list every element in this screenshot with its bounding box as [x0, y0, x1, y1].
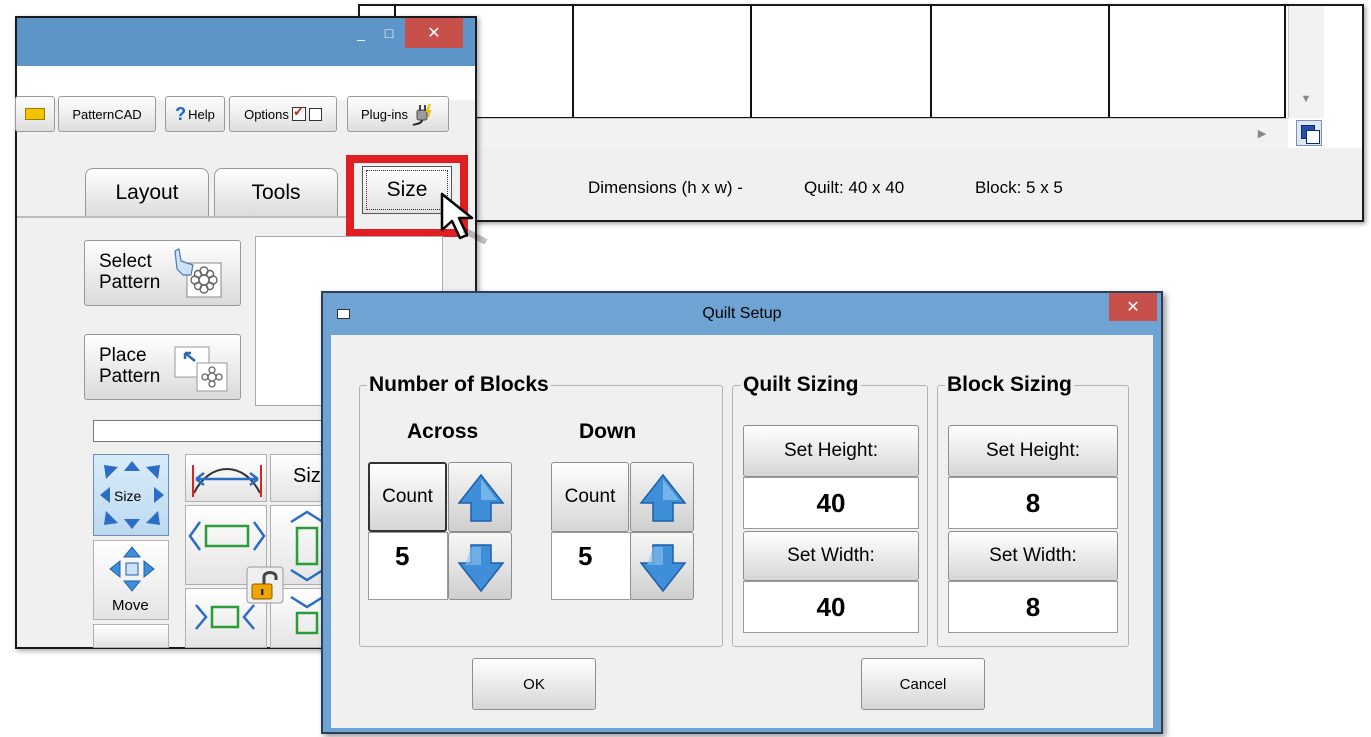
- grid-line: [1284, 6, 1286, 118]
- tab-tools[interactable]: Tools: [214, 168, 338, 216]
- move-tool-button[interactable]: Move: [93, 540, 169, 620]
- menu-bar: [17, 66, 475, 100]
- ruler-button[interactable]: [15, 96, 55, 132]
- quilt-set-width-button[interactable]: Set Width:: [743, 531, 919, 581]
- curve-width-tool-button[interactable]: [185, 454, 267, 502]
- block-dimensions: Block: 5 x 5: [975, 178, 1063, 197]
- select-pattern-button[interactable]: Select Pattern: [84, 240, 241, 306]
- horizontal-scrollbar[interactable]: [360, 118, 1288, 148]
- up-arrow-icon: [457, 473, 505, 522]
- ok-button[interactable]: OK: [472, 658, 596, 710]
- grid-line: [572, 6, 574, 118]
- plug-icon: [412, 103, 432, 126]
- cancel-button[interactable]: Cancel: [861, 658, 985, 710]
- focus-rectangle: [366, 170, 448, 210]
- up-arrow-icon: [639, 473, 687, 522]
- dimensions-label: Dimensions (h x w) -: [588, 178, 743, 197]
- dialog-close-button[interactable]: ✕: [1109, 293, 1157, 321]
- down-up-button[interactable]: [630, 462, 694, 532]
- help-button[interactable]: ? Help: [165, 96, 225, 132]
- move-tool-label: Move: [112, 597, 149, 614]
- maximize-button[interactable]: □: [375, 18, 403, 48]
- down-down-button[interactable]: [630, 532, 694, 600]
- block-sizing-title: Block Sizing: [945, 373, 1074, 397]
- help-label: Help: [188, 106, 215, 122]
- checkbox-checked-icon: [291, 103, 306, 121]
- place-pattern-icon: [174, 346, 228, 392]
- scroll-down-arrow-icon[interactable]: ▼: [1288, 84, 1324, 114]
- tab-layout[interactable]: Layout: [85, 168, 209, 216]
- curve-width-icon: [192, 465, 262, 497]
- plugins-button[interactable]: Plug-ins: [347, 96, 449, 132]
- down-label: Down: [579, 420, 637, 443]
- move-arrows-icon: [109, 546, 155, 592]
- grid-line: [750, 6, 752, 118]
- block-set-height-button[interactable]: Set Height:: [948, 425, 1118, 477]
- down-arrow-icon: [457, 544, 505, 593]
- tool-button[interactable]: [93, 624, 169, 648]
- scroll-right-arrow-icon[interactable]: ▶: [1252, 120, 1272, 146]
- quilt-set-height-button[interactable]: Set Height:: [743, 425, 919, 477]
- options-button[interactable]: Options: [229, 96, 337, 132]
- tab-divider: [17, 216, 347, 218]
- down-count-button[interactable]: Count: [551, 462, 629, 532]
- size-tool-label: Size: [114, 488, 142, 504]
- place-pattern-label-line2: Pattern: [99, 366, 161, 387]
- place-pattern-label-line1: Place: [99, 345, 147, 366]
- block-width-value[interactable]: 8: [948, 581, 1118, 633]
- patterncad-button[interactable]: PatternCAD: [58, 96, 156, 132]
- dialog-title: Quilt Setup: [702, 305, 782, 322]
- window-cascade-icon[interactable]: [1296, 120, 1322, 146]
- minimize-button[interactable]: _: [347, 18, 375, 48]
- quilt-sizing-title: Quilt Sizing: [741, 373, 861, 397]
- app-title-bar: _ □ ✕: [17, 18, 475, 66]
- down-value[interactable]: 5: [551, 532, 631, 600]
- quilt-width-value[interactable]: 40: [743, 581, 919, 633]
- across-label: Across: [407, 420, 479, 443]
- lock-open-icon[interactable]: [246, 566, 284, 604]
- across-up-button[interactable]: [448, 462, 512, 532]
- block-set-width-button[interactable]: Set Width:: [948, 531, 1118, 581]
- across-value[interactable]: 5: [368, 532, 448, 600]
- grid-line: [1108, 6, 1110, 118]
- quilt-height-value[interactable]: 40: [743, 477, 919, 529]
- select-pattern-label-line2: Pattern: [99, 272, 161, 293]
- across-down-button[interactable]: [448, 532, 512, 600]
- across-count-button[interactable]: Count: [368, 462, 447, 532]
- options-label: Options: [244, 106, 289, 122]
- size-tool-button[interactable]: Size: [93, 454, 169, 536]
- select-pattern-hand-icon: [174, 248, 222, 298]
- checkbox-empty-icon: [308, 107, 322, 121]
- quilt-grid[interactable]: [360, 6, 1286, 118]
- block-height-value[interactable]: 8: [948, 477, 1118, 529]
- plugins-label: Plug-ins: [361, 106, 408, 122]
- close-button[interactable]: ✕: [405, 18, 463, 48]
- select-pattern-label-line1: Select: [99, 251, 152, 272]
- place-pattern-button[interactable]: Place Pattern: [84, 334, 241, 400]
- grid-line: [930, 6, 932, 118]
- mouse-pointer-icon: [440, 192, 488, 245]
- help-icon: ?: [175, 103, 187, 124]
- down-arrow-icon: [639, 544, 687, 593]
- ruler-icon: [25, 108, 45, 120]
- number-of-blocks-title: Number of Blocks: [367, 373, 551, 397]
- quilt-dimensions: Quilt: 40 x 40: [804, 178, 905, 197]
- stretch-horizontal-icon: [188, 521, 266, 551]
